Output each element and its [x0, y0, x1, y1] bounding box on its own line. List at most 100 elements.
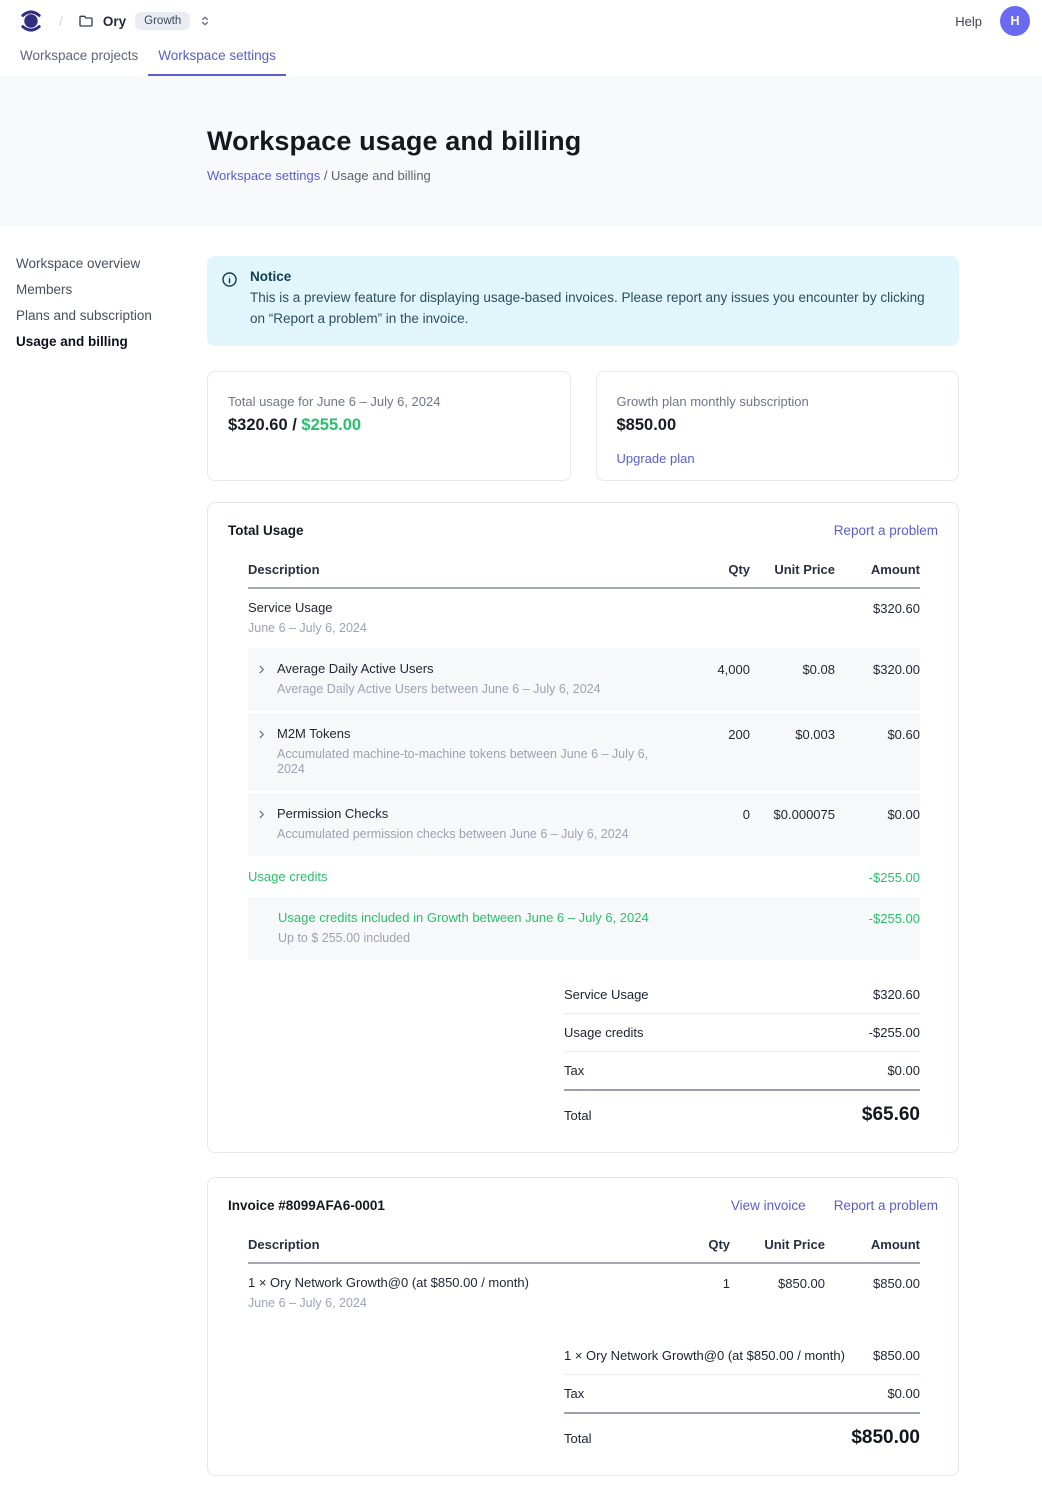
col-description: Description [248, 562, 670, 577]
total-usage-card-value: $320.60 / $255.00 [228, 416, 550, 435]
breadcrumb: Workspace settings / Usage and billing [207, 168, 1042, 183]
credits-detail-amount: -$255.00 [835, 910, 920, 926]
usage-table-header: Description Qty Unit Price Amount [248, 548, 920, 589]
total-value: $850.00 [851, 1427, 920, 1449]
service-usage-title: Service Usage [248, 600, 670, 616]
col-amount: Amount [825, 1237, 920, 1252]
line-item-amount: $0.60 [835, 726, 920, 742]
col-qty: Qty [670, 562, 750, 577]
invoice-table: Description Qty Unit Price Amount 1 × Or… [248, 1223, 920, 1451]
workspace-name: Ory [103, 14, 126, 29]
report-problem-link-invoice[interactable]: Report a problem [834, 1198, 938, 1213]
view-invoice-link[interactable]: View invoice [731, 1198, 806, 1213]
expand-row-daily-active-users[interactable]: Average Daily Active Users Average Daily… [248, 661, 670, 697]
chevron-right-icon [256, 728, 267, 743]
summary-label: Usage credits [564, 1025, 643, 1040]
subscription-card: Growth plan monthly subscription $850.00… [596, 371, 960, 481]
line-item-title: Permission Checks [277, 806, 629, 822]
page-header: Workspace usage and billing Workspace se… [0, 76, 1042, 227]
summary-row-plan: 1 × Ory Network Growth@0 (at $850.00 / m… [564, 1337, 920, 1375]
usage-credits-amount: -$255.00 [835, 869, 920, 885]
table-row-permission-checks: Permission Checks Accumulated permission… [248, 793, 920, 858]
invoice-table-header: Description Qty Unit Price Amount [248, 1223, 920, 1264]
user-avatar[interactable]: H [1000, 6, 1030, 36]
chevron-updown-icon [198, 14, 212, 28]
help-link[interactable]: Help [955, 14, 982, 29]
subscription-card-label: Growth plan monthly subscription [617, 394, 939, 409]
sidebar-item-members[interactable]: Members [16, 282, 191, 298]
line-item-unit-price: $0.08 [750, 661, 835, 677]
usage-summary: Service Usage $320.60 Usage credits -$25… [564, 976, 920, 1128]
summary-label: Tax [564, 1063, 584, 1078]
col-amount: Amount [835, 562, 920, 577]
notice-title: Notice [250, 269, 935, 284]
preview-notice-banner: Notice This is a preview feature for dis… [207, 256, 959, 346]
chevron-right-icon [256, 808, 267, 823]
total-usage-panel-title: Total Usage [228, 523, 304, 538]
invoice-panel-title: Invoice #8099AFA6-0001 [228, 1198, 385, 1213]
sidebar-item-workspace-overview[interactable]: Workspace overview [16, 256, 191, 272]
summary-label: 1 × Ory Network Growth@0 (at $850.00 / m… [564, 1348, 845, 1363]
chevron-right-icon [256, 663, 267, 678]
total-label: Total [564, 1431, 591, 1446]
col-description: Description [248, 1237, 650, 1252]
info-icon [221, 271, 238, 330]
line-item-unit-price: $0.000075 [750, 806, 835, 822]
service-usage-amount: $320.60 [835, 600, 920, 616]
table-row-usage-credits-detail: Usage credits included in Growth between… [248, 897, 920, 962]
main-tabs: Workspace projects Workspace settings [0, 42, 1042, 76]
total-usage-panel: Total Usage Report a problem Description… [207, 502, 959, 1153]
breadcrumb-workspace-settings-link[interactable]: Workspace settings [207, 168, 320, 183]
expand-row-permission-checks[interactable]: Permission Checks Accumulated permission… [248, 806, 670, 842]
line-item-qty: 200 [670, 726, 750, 742]
main-content: Notice This is a preview feature for dis… [207, 227, 959, 1476]
sidebar-item-plans-and-subscription[interactable]: Plans and subscription [16, 308, 191, 324]
summary-value: $0.00 [887, 1063, 920, 1078]
invoice-summary: 1 × Ory Network Growth@0 (at $850.00 / m… [564, 1337, 920, 1451]
summary-row-service-usage: Service Usage $320.60 [564, 976, 920, 1014]
credits-detail-subtitle: Up to $ 255.00 included [278, 931, 670, 946]
sidebar-item-usage-and-billing[interactable]: Usage and billing [16, 334, 191, 350]
invoice-line-qty: 1 [650, 1275, 730, 1291]
tab-workspace-projects[interactable]: Workspace projects [10, 42, 148, 76]
total-usage-card-label: Total usage for June 6 – July 6, 2024 [228, 394, 550, 409]
line-item-title: M2M Tokens [277, 726, 670, 742]
usage-table: Description Qty Unit Price Amount Servic… [248, 548, 920, 1128]
notice-body: This is a preview feature for displaying… [250, 287, 935, 330]
total-value: $65.60 [862, 1104, 920, 1126]
workspace-switcher[interactable]: Ory Growth [78, 12, 212, 30]
expand-row-m2m-tokens[interactable]: M2M Tokens Accumulated machine-to-machin… [248, 726, 670, 777]
table-row-invoice-line: 1 × Ory Network Growth@0 (at $850.00 / m… [248, 1264, 920, 1323]
usage-credits-title: Usage credits [248, 869, 670, 885]
upgrade-plan-link[interactable]: Upgrade plan [617, 451, 695, 466]
usage-amount: $320.60 [228, 416, 288, 434]
line-item-unit-price: $0.003 [750, 726, 835, 742]
path-separator: / [59, 13, 63, 29]
summary-cards: Total usage for June 6 – July 6, 2024 $3… [207, 371, 959, 481]
line-item-amount: $0.00 [835, 806, 920, 822]
line-item-qty: 0 [670, 806, 750, 822]
tab-workspace-settings[interactable]: Workspace settings [148, 42, 286, 76]
line-item-title: Average Daily Active Users [277, 661, 601, 677]
credits-detail-title: Usage credits included in Growth between… [278, 910, 670, 926]
top-bar: / Ory Growth Help H [0, 0, 1042, 42]
folder-icon [78, 13, 94, 29]
summary-row-tax: Tax $0.00 [564, 1375, 920, 1414]
invoice-line-title: 1 × Ory Network Growth@0 (at $850.00 / m… [248, 1275, 650, 1291]
table-row-service-usage: Service Usage June 6 – July 6, 2024 $320… [248, 589, 920, 648]
service-usage-period: June 6 – July 6, 2024 [248, 621, 670, 636]
summary-row-usage-credits: Usage credits -$255.00 [564, 1014, 920, 1052]
total-label: Total [564, 1108, 591, 1123]
col-qty: Qty [650, 1237, 730, 1252]
ory-logo-icon[interactable] [18, 8, 44, 34]
report-problem-link-usage[interactable]: Report a problem [834, 523, 938, 538]
line-item-description: Average Daily Active Users between June … [277, 682, 601, 697]
summary-label: Service Usage [564, 987, 649, 1002]
summary-value: -$255.00 [869, 1025, 920, 1040]
plan-badge: Growth [135, 12, 190, 30]
line-item-amount: $320.00 [835, 661, 920, 677]
invoice-line-period: June 6 – July 6, 2024 [248, 1296, 650, 1311]
summary-value: $0.00 [887, 1386, 920, 1401]
summary-label: Tax [564, 1386, 584, 1401]
table-row-daily-active-users: Average Daily Active Users Average Daily… [248, 648, 920, 713]
